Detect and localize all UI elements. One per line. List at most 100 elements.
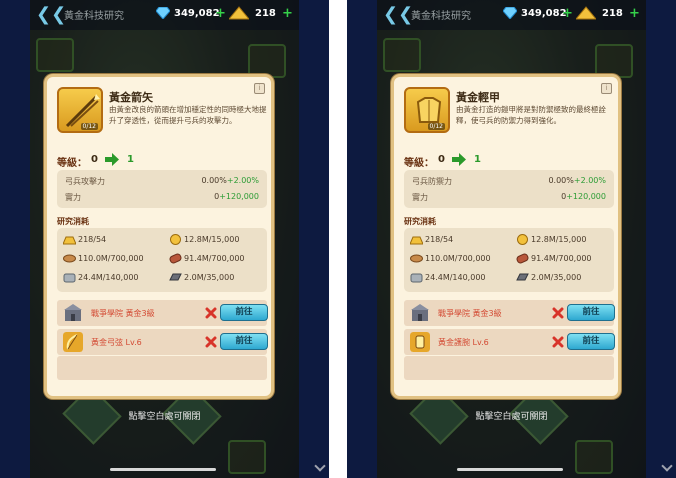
go-button[interactable]: 前往 [220,333,268,350]
requirement-empty-row [57,356,267,380]
meat-icon [516,253,529,264]
top-bar: ❮❮ 黃金科技研究 349,082 + 218 + [30,0,299,30]
diamond-icon [503,7,517,19]
requirement-text: 戰爭學院 黃金3級 [91,309,155,318]
level-label: 等級： [57,158,87,169]
research-cost-label: 研究消耗 [57,217,89,226]
gold-bar-icon [410,236,423,245]
close-hint: 點擊空白處可關閉 [128,412,201,422]
gold-pile-icon [229,6,249,20]
level-label: 等級： [404,158,434,169]
page-title: 黃金科技研究 [64,11,124,22]
requirement-text: 戰爭學院 黃金3級 [438,309,502,318]
requirement-row: 黃金弓弦 Lv.6 前往 [57,329,268,355]
go-button[interactable]: 前往 [567,333,615,350]
item-name: 黃金輕甲 [456,91,500,104]
stats-box: 弓兵防禦力 0.00%+2.00% 實力 0+120,000 [404,170,614,208]
add-gems-plus-icon[interactable]: + [562,7,573,20]
stat-increase: +2.00% [226,176,259,185]
level-current: 0 [91,154,98,165]
requirement-row: 戰爭學院 黃金3級 前往 [57,300,268,326]
requirement-row: 戰爭學院 黃金3級 前往 [404,300,615,326]
stat-label: 實力 [65,193,81,202]
go-button[interactable]: 前往 [220,304,268,321]
screen-border [347,0,377,478]
back-arrow-icon[interactable]: ❮❮ [36,5,66,25]
coin-icon [170,234,181,245]
home-indicator[interactable] [457,468,563,471]
gem-count: 349,082 [174,8,220,19]
research-detail-panel: i 0/12 黃金箭矢 由黃金改良的箭頭在增加穩定性的同時極大地提升了穿透性，從… [44,74,274,399]
golden-armor-icon: 0/12 [404,87,450,133]
go-button[interactable]: 前往 [567,304,615,321]
screen-border [646,0,676,478]
level-next: 1 [474,154,481,165]
home-indicator[interactable] [110,468,216,471]
top-bar: ❮❮ 黃金科技研究 349,082 + 218 + [377,0,646,30]
stat-value: 0.00% [548,176,574,185]
info-icon[interactable]: i [254,83,265,94]
stat-label: 弓兵防禦力 [412,177,452,186]
stat-increase: +120,000 [219,192,259,201]
gem-count: 349,082 [521,8,567,19]
item-name: 黃金箭矢 [109,91,153,104]
iron-icon [169,273,182,281]
stat-row: 弓兵攻擊力 0.00%+2.00% [65,176,259,190]
gold-count: 218 [602,8,623,19]
info-icon[interactable]: i [601,83,612,94]
coin-icon [517,234,528,245]
meat-icon [169,253,182,264]
stat-value: 0.00% [201,176,227,185]
golden-bracer-icon [410,332,430,352]
stat-label: 弓兵攻擊力 [65,177,105,186]
wood-icon [410,254,423,263]
research-cost-label: 研究消耗 [404,217,436,226]
stat-row: 弓兵防禦力 0.00%+2.00% [412,176,606,190]
golden-bow-icon [63,332,83,352]
screen-golden-light-armor: ❮❮ 黃金科技研究 349,082 + 218 + i 0/12 黃金輕甲 由黃… [347,0,676,478]
back-arrow-icon[interactable]: ❮❮ [383,5,413,25]
cross-icon [205,336,217,348]
stats-box: 弓兵攻擊力 0.00%+2.00% 實力 0+120,000 [57,170,267,208]
add-gold-plus-icon[interactable]: + [282,7,293,20]
academy-icon [411,304,429,321]
requirement-row: 黃金護腕 Lv.6 前往 [404,329,615,355]
golden-arrows-icon: 0/12 [57,87,103,133]
arrow-right-icon [452,153,466,166]
gold-count: 218 [255,8,276,19]
page-title: 黃金科技研究 [411,11,471,22]
cross-icon [552,307,564,319]
add-gold-plus-icon[interactable]: + [629,7,640,20]
gold-pile-icon [576,6,596,20]
level-current: 0 [438,154,445,165]
close-hint: 點擊空白處可關閉 [475,412,548,422]
item-description: 由黃金打造的鎧甲將是對防禦極致的最終極詮釋，使弓兵的防禦力得到強化。 [456,105,606,125]
academy-icon [64,304,82,321]
screen-golden-arrows: ❮❮ 黃金科技研究 349,082 + 218 + i 0/12 黃金箭矢 由黃… [0,0,329,478]
screen-border [299,0,329,478]
arrow-right-icon [105,153,119,166]
cost-box: 218/54 12.8M/15,000 110.0M/700,000 91.4M… [404,228,614,292]
screen-border [0,0,30,478]
requirement-empty-row [404,356,614,380]
stat-label: 實力 [412,193,428,202]
stat-row: 實力 0+120,000 [412,192,606,206]
requirement-text: 黃金弓弦 Lv.6 [91,338,142,347]
item-count: 0/12 [427,123,445,130]
cost-box: 218/54 12.8M/15,000 110.0M/700,000 91.4M… [57,228,267,292]
iron-icon [516,273,529,281]
stat-increase: +120,000 [566,192,606,201]
level-next: 1 [127,154,134,165]
diamond-icon [156,7,170,19]
cross-icon [205,307,217,319]
item-count: 0/12 [80,123,98,130]
item-description: 由黃金改良的箭頭在增加穩定性的同時極大地提升了穿透性，從而提升弓兵的攻擊力。 [109,105,267,125]
stat-row: 實力 0+120,000 [65,192,259,206]
stone-icon [410,273,423,283]
stone-icon [63,273,76,283]
stat-increase: +2.00% [573,176,606,185]
research-detail-panel: i 0/12 黃金輕甲 由黃金打造的鎧甲將是對防禦極致的最終極詮釋，使弓兵的防禦… [391,74,621,399]
wood-icon [63,254,76,263]
cross-icon [552,336,564,348]
add-gems-plus-icon[interactable]: + [215,7,226,20]
